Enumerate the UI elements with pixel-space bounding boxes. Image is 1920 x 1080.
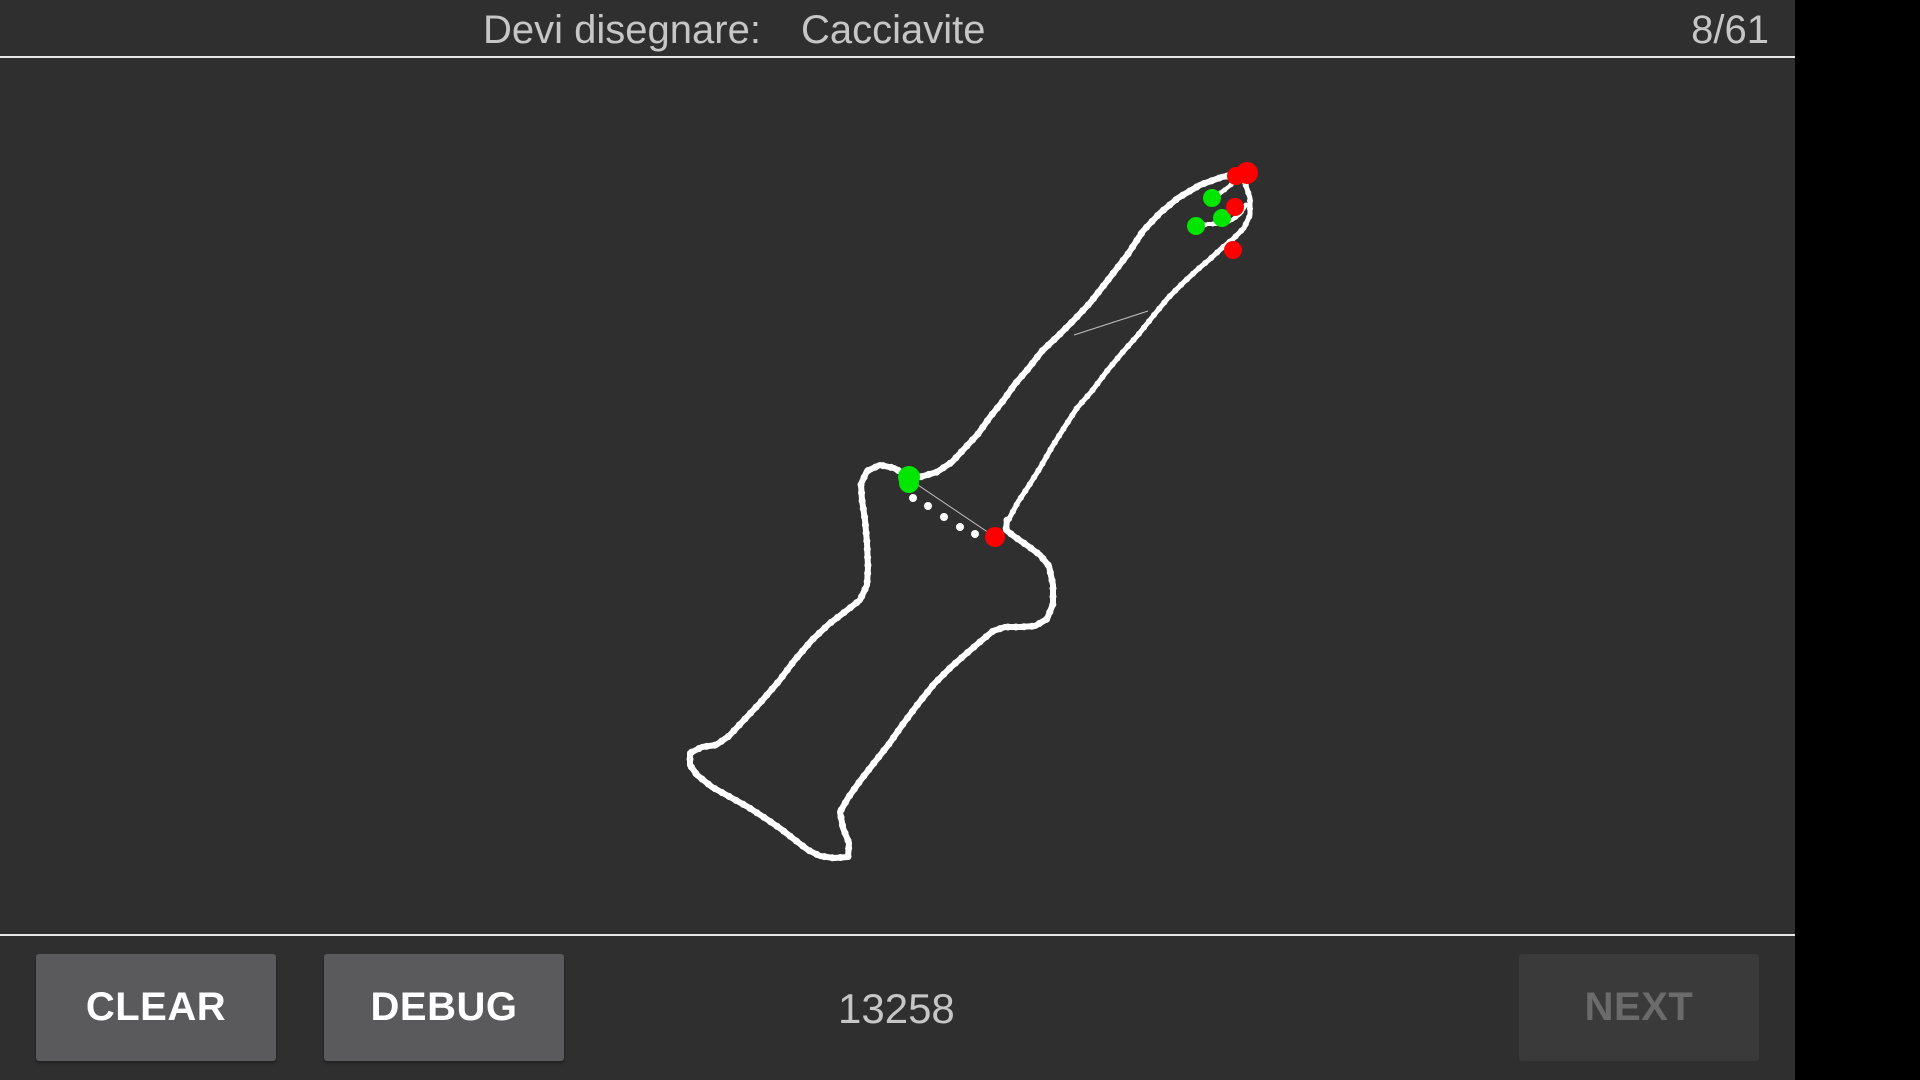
connector-dot — [971, 530, 979, 538]
debug-button[interactable]: DEBUG — [324, 954, 564, 1061]
connector-line — [908, 478, 996, 538]
connector-dot — [909, 494, 917, 502]
connector-dot — [924, 502, 932, 510]
drawing-app-screen: Devi disegnare: Cacciavite 8/61 CLEAR DE… — [0, 0, 1795, 1080]
next-button[interactable]: NEXT — [1519, 954, 1759, 1061]
connector-line — [1073, 310, 1149, 336]
drawn-strokes — [686, 168, 1253, 862]
connector-dot — [940, 513, 948, 521]
stroke-end-marker — [1227, 167, 1245, 185]
connector-dot — [956, 523, 964, 531]
clear-button[interactable]: CLEAR — [36, 954, 276, 1061]
stroke-end-marker — [1226, 198, 1244, 216]
stroke-connectors — [908, 180, 1238, 541]
prompt-label: Devi disegnare: — [483, 8, 761, 52]
top-bar: Devi disegnare: Cacciavite 8/61 — [0, 0, 1795, 57]
prompt-word: Cacciavite — [801, 8, 986, 52]
drawing-canvas[interactable] — [0, 58, 1795, 934]
stroke-markers — [898, 162, 1258, 547]
stroke-start-marker — [1203, 189, 1221, 207]
stroke-start-marker — [899, 473, 919, 493]
stroke-end-marker — [985, 527, 1005, 547]
stroke-start-marker — [1187, 217, 1205, 235]
bottom-bar: CLEAR DEBUG 13258 NEXT — [0, 936, 1795, 1080]
outline-stroke — [686, 169, 1247, 862]
progress-counter: 8/61 — [1691, 8, 1769, 52]
stroke-end-marker — [1224, 241, 1242, 259]
drawing-svg — [686, 162, 1258, 862]
score-value: 13258 — [838, 985, 955, 1032]
outline-stroke-solid — [687, 170, 1246, 861]
